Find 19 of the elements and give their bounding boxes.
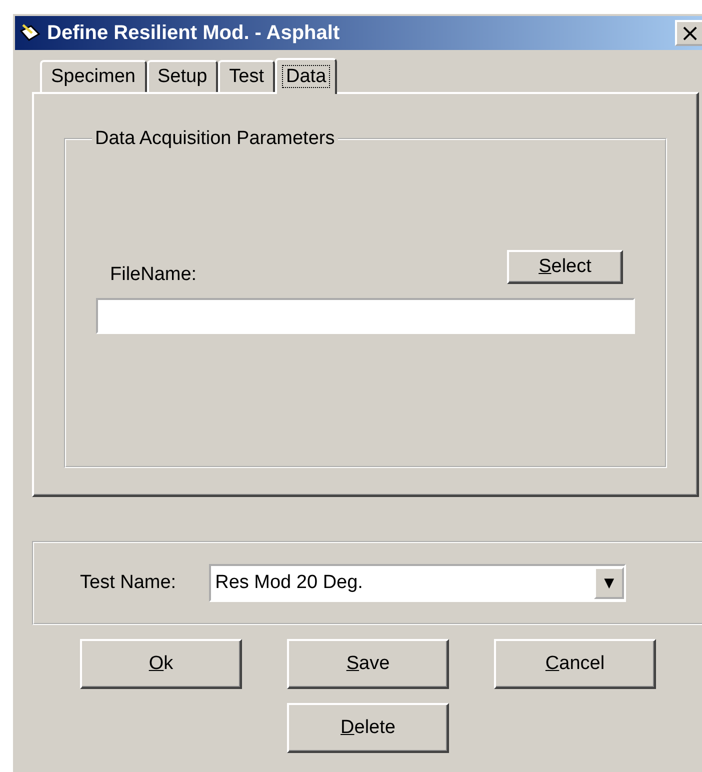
- dialog-button[interactable]: Save: [287, 639, 449, 689]
- filename-label: FileName:: [110, 264, 197, 286]
- test-name-dropdown[interactable]: Res Mod 20 Deg. ▼: [209, 564, 626, 602]
- tab[interactable]: Test: [218, 60, 276, 92]
- tab[interactable]: Setup: [146, 60, 218, 92]
- tab[interactable]: Specimen: [40, 60, 146, 92]
- dialog-button[interactable]: Delete: [287, 703, 449, 753]
- dialog-button[interactable]: Cancel: [494, 639, 656, 689]
- dropdown-button[interactable]: ▼: [594, 567, 624, 599]
- tab[interactable]: Data: [275, 58, 338, 94]
- clipboard-pen-icon: [19, 22, 41, 44]
- close-button[interactable]: ×: [675, 20, 702, 46]
- window-title: Define Resilient Mod. - Asphalt: [47, 22, 341, 44]
- dialog-button[interactable]: Ok: [80, 639, 242, 689]
- filename-field[interactable]: [96, 298, 635, 334]
- select-button[interactable]: Select: [507, 250, 623, 284]
- dropdown-value: Res Mod 20 Deg.: [215, 572, 363, 594]
- group-title: Data Acquisition Parameters: [94, 128, 336, 150]
- test-name-label: Test Name:: [80, 572, 176, 594]
